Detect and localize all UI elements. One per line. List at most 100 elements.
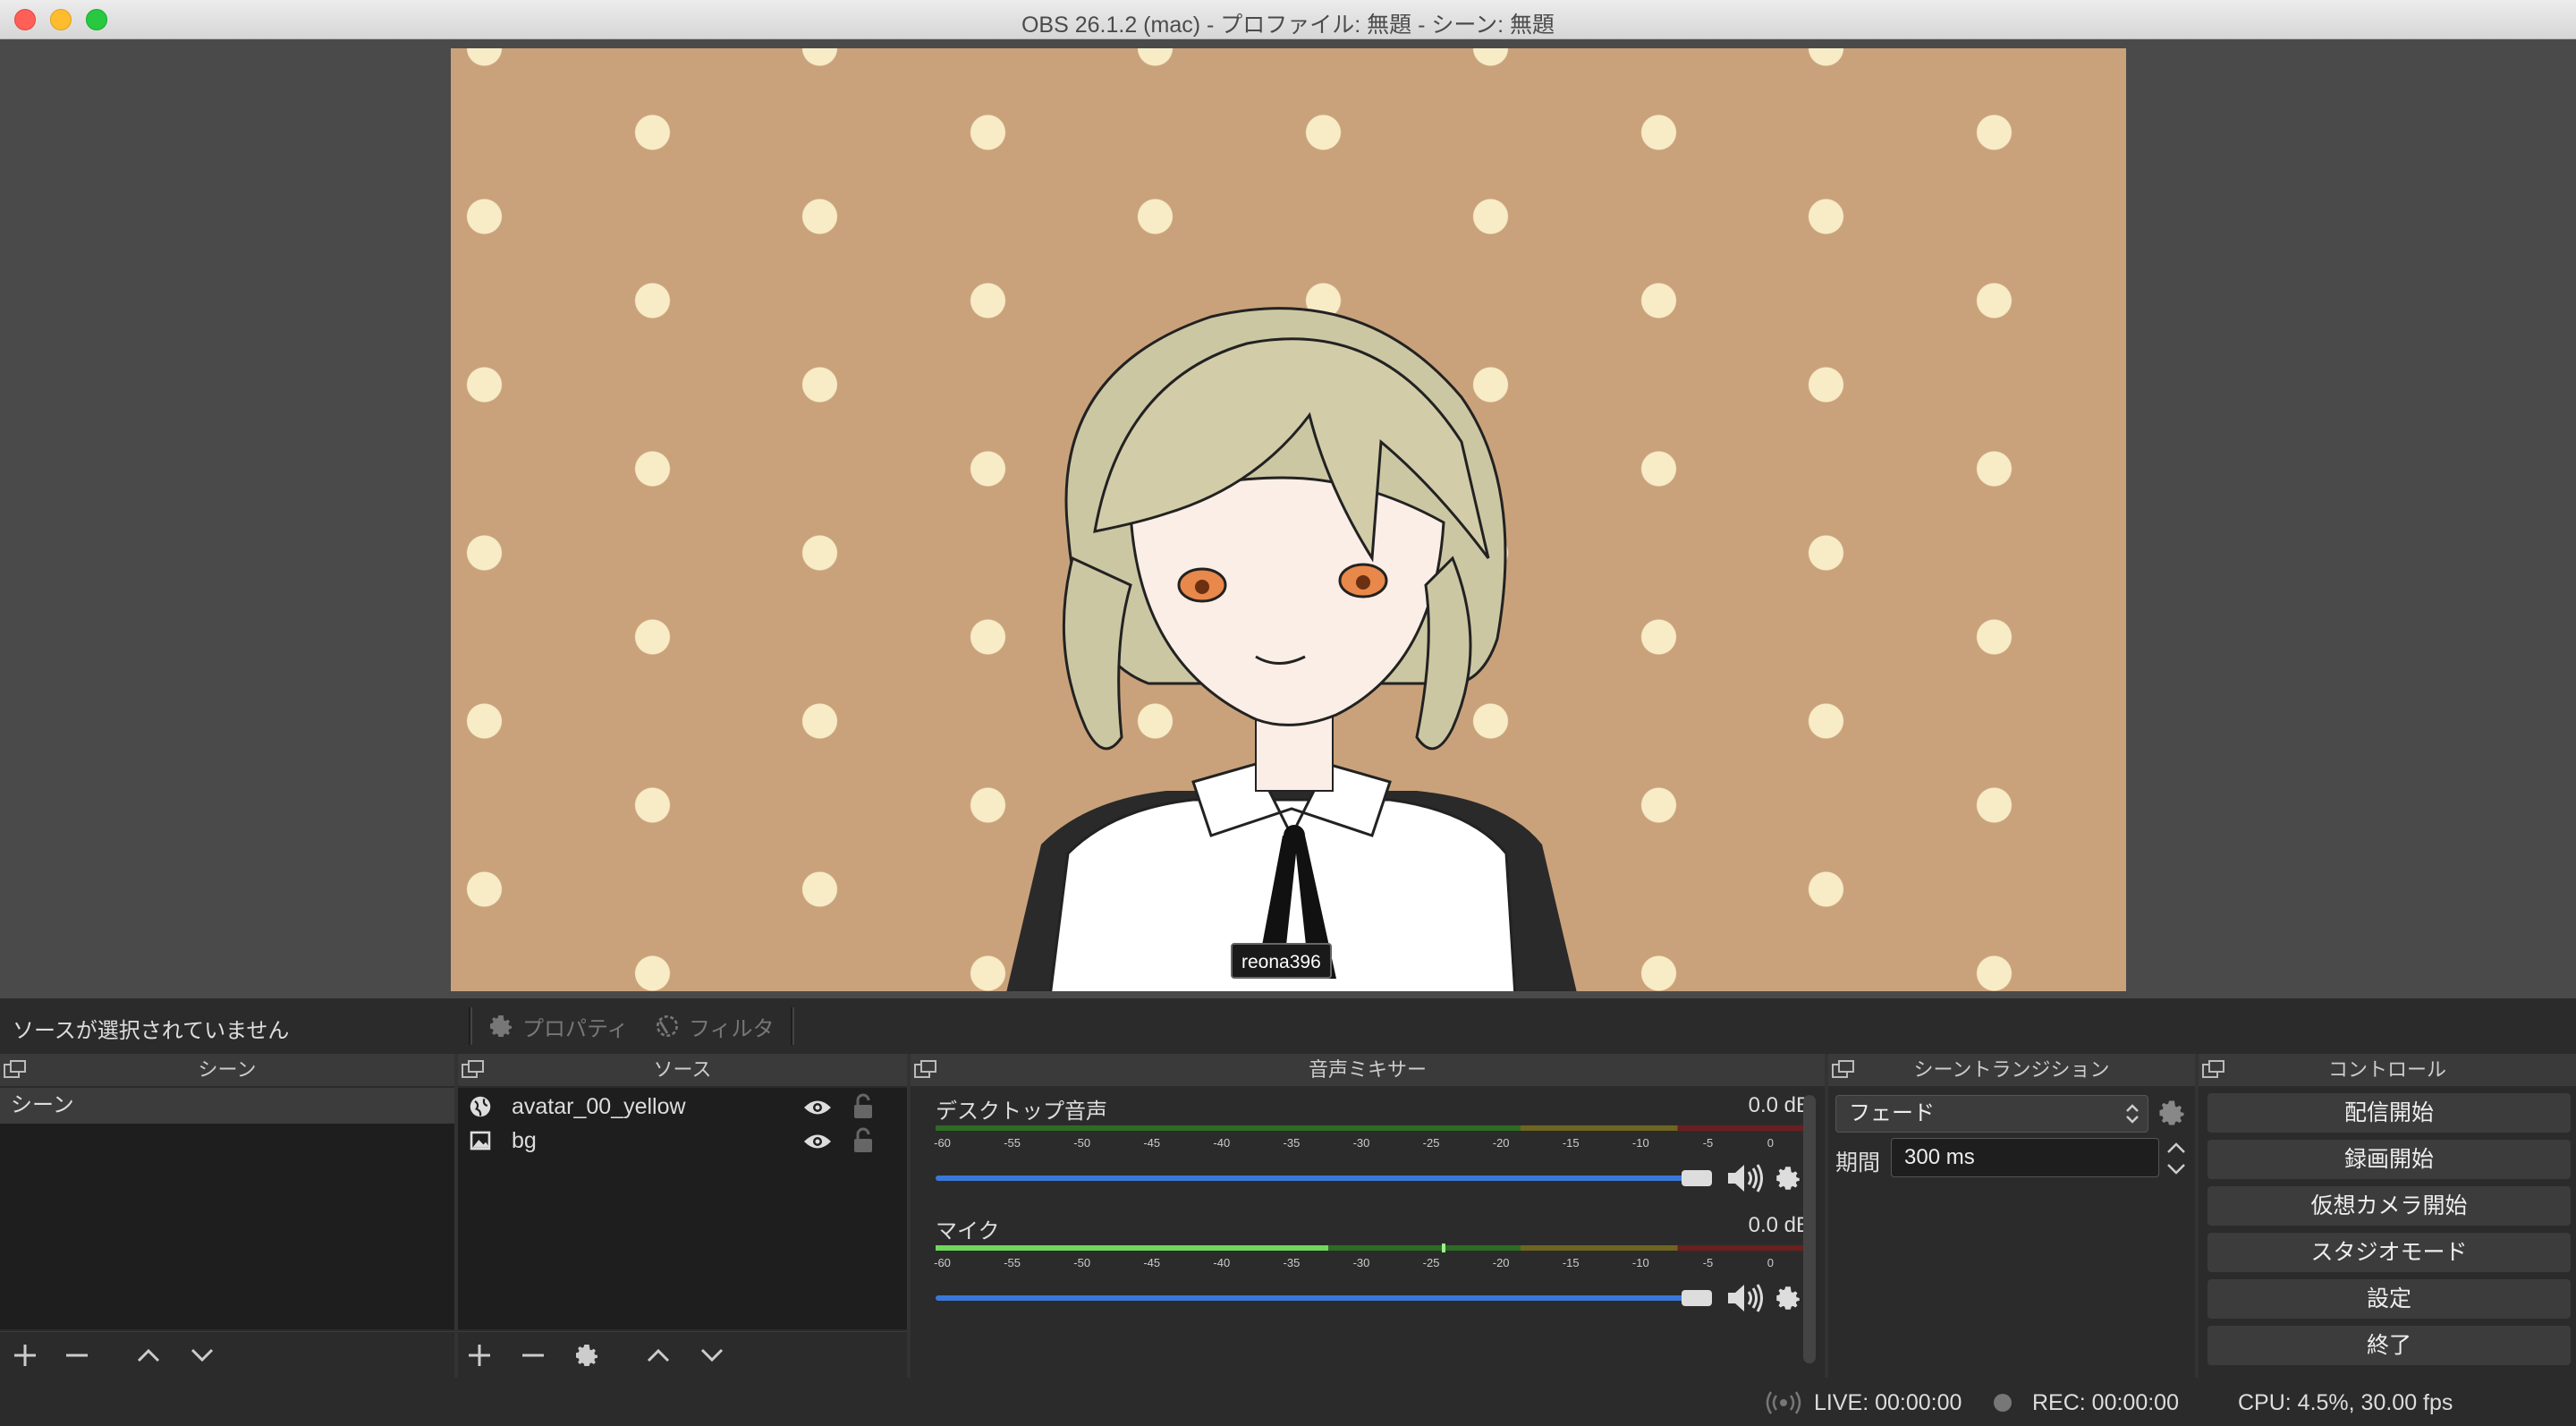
audio-mixer-dock: 音声ミキサー デスクトップ音声 0.0 dB -60 -55 -50 -45 -40 -3… <box>911 1054 1825 1378</box>
meter-tick-label: -55 <box>1004 1136 1021 1150</box>
meter-tick-label: -45 <box>1143 1256 1161 1269</box>
duration-label: 期間 <box>1835 1150 1881 1176</box>
move-scene-up-button[interactable] <box>131 1339 166 1371</box>
scenes-header: シーン <box>0 1054 454 1086</box>
chevron-down-icon <box>191 1348 214 1362</box>
scenes-toolbar <box>0 1331 454 1378</box>
start-streaming-button[interactable]: 配信開始 <box>2207 1093 2571 1133</box>
meter-tick-label: -60 <box>934 1256 951 1269</box>
move-source-down-button[interactable] <box>694 1339 730 1371</box>
source-item[interactable]: avatar_00_yellow <box>458 1090 907 1124</box>
undock-icon[interactable] <box>914 1060 937 1080</box>
meter-tick-label: -10 <box>1631 1256 1649 1269</box>
source-item[interactable]: bg <box>458 1124 907 1158</box>
gear-icon <box>490 1015 512 1037</box>
scenes-title: シーン <box>198 1058 257 1081</box>
meter-tick-label: -20 <box>1492 1256 1510 1269</box>
remove-scene-button[interactable] <box>59 1339 95 1371</box>
meter-tick-label: -5 <box>1702 1136 1714 1150</box>
meter-tick-label: -30 <box>1352 1136 1370 1150</box>
duration-spinbox[interactable]: 300 ms <box>1891 1138 2159 1177</box>
transition-body: フェード 期間 300 ms <box>1828 1088 2195 1378</box>
remove-source-button[interactable] <box>515 1339 551 1371</box>
gear-icon[interactable] <box>1773 1163 1803 1193</box>
exit-button[interactable]: 終了 <box>2207 1326 2571 1365</box>
meter-tick-label: -40 <box>1213 1136 1231 1150</box>
source-properties-button[interactable] <box>569 1339 605 1371</box>
record-dot-icon <box>1994 1394 2012 1412</box>
mixer-channel-desktop-audio: デスクトップ音声 0.0 dB -60 -55 -50 -45 -40 -35 -30 -25… <box>925 1093 1810 1210</box>
volume-slider-handle[interactable] <box>1682 1170 1712 1186</box>
chevron-down-icon <box>700 1348 724 1362</box>
studio-mode-button[interactable]: スタジオモード <box>2207 1233 2571 1272</box>
channel-name: デスクトップ音声 <box>936 1099 1107 1124</box>
unlocked-padlock-icon[interactable] <box>852 1093 875 1120</box>
divider <box>469 1007 472 1045</box>
properties-button[interactable]: プロパティ <box>487 1009 629 1043</box>
gear-icon <box>576 1345 597 1366</box>
preview-canvas[interactable]: reona396 <box>451 48 2126 991</box>
undock-icon[interactable] <box>4 1060 27 1080</box>
channel-db-value: 0.0 dB <box>1748 1093 1810 1117</box>
scenes-list: シーン <box>0 1088 454 1329</box>
meter-tick-label: -5 <box>1702 1256 1714 1269</box>
meter-tick-label: -60 <box>934 1136 951 1150</box>
duration-value: 300 ms <box>1904 1145 1975 1169</box>
select-arrows-icon <box>2126 1104 2139 1124</box>
speaker-icon[interactable] <box>1726 1163 1764 1193</box>
meter-tick-label: -30 <box>1352 1256 1370 1269</box>
speaker-icon[interactable] <box>1726 1283 1764 1313</box>
sources-dock: ソース avatar_00_yellow bg <box>458 1054 907 1378</box>
move-scene-down-button[interactable] <box>184 1339 220 1371</box>
filters-button[interactable]: フィルタ <box>653 1009 775 1043</box>
chevron-up-icon <box>647 1348 670 1362</box>
undock-icon[interactable] <box>2202 1060 2225 1080</box>
window-title: OBS 26.1.2 (mac) - プロファイル: 無題 - シーン: 無題 <box>1021 13 1555 38</box>
volume-slider-handle[interactable] <box>1682 1290 1712 1306</box>
spin-down-icon[interactable] <box>2163 1159 2190 1179</box>
volume-slider-track[interactable] <box>936 1295 1685 1301</box>
meter-tick-label: -10 <box>1631 1136 1649 1150</box>
mixer-channel-mic: マイク 0.0 dB -60 -55 -50 -45 -40 -35 -30 -25 -20 -1… <box>925 1213 1810 1329</box>
sources-title: ソース <box>653 1058 712 1081</box>
divider <box>791 1007 794 1045</box>
filters-label: フィルタ <box>689 1016 775 1041</box>
gear-icon[interactable] <box>2156 1097 2188 1129</box>
scene-transitions-header: シーントランジション <box>1828 1054 2195 1086</box>
chevron-up-icon <box>137 1348 160 1362</box>
unlocked-padlock-icon[interactable] <box>852 1127 875 1154</box>
scene-transitions-dock: シーントランジション フェード 期間 300 ms <box>1828 1054 2195 1378</box>
meter-tick-label: -40 <box>1213 1256 1231 1269</box>
avatar-illustration <box>1006 307 1577 991</box>
gear-icon[interactable] <box>1773 1283 1803 1313</box>
no-source-selected-label: ソースが選択されていません <box>13 1019 290 1043</box>
move-source-up-button[interactable] <box>640 1339 676 1371</box>
settings-button[interactable]: 設定 <box>2207 1279 2571 1319</box>
undock-icon[interactable] <box>1832 1060 1855 1080</box>
transition-select[interactable]: フェード <box>1835 1095 2148 1133</box>
meter-scale: -60 -55 -50 -45 -40 -35 -30 -25 -20 -15 -10 -5 0 <box>934 1134 1809 1150</box>
source-properties-bar: ソースが選択されていません プロパティ フィルタ <box>0 998 2576 1054</box>
visibility-eye-icon[interactable] <box>802 1132 833 1151</box>
mixer-scrollbar[interactable] <box>1803 1095 1816 1363</box>
start-recording-button[interactable]: 録画開始 <box>2207 1140 2571 1179</box>
add-source-button[interactable] <box>462 1339 497 1371</box>
plus-icon <box>14 1345 36 1366</box>
controls-title: コントロール <box>2327 1058 2446 1081</box>
scene-item[interactable]: シーン <box>0 1088 454 1124</box>
audio-mixer-header: 音声ミキサー <box>911 1054 1825 1086</box>
visibility-eye-icon[interactable] <box>802 1098 833 1117</box>
meter-tick-label: -55 <box>1004 1256 1021 1269</box>
meter-peak-marker <box>1442 1244 1446 1252</box>
title-bar: OBS 26.1.2 (mac) - プロファイル: 無題 - シーン: 無題 <box>0 0 2576 39</box>
meter-scale: -60 -55 -50 -45 -40 -35 -30 -25 -20 -15 -10 -5 0 <box>934 1254 1809 1269</box>
start-virtual-camera-button[interactable]: 仮想カメラ開始 <box>2207 1186 2571 1226</box>
meter-tick-label: -35 <box>1283 1256 1301 1269</box>
volume-slider-track[interactable] <box>936 1176 1685 1181</box>
volume-meter <box>936 1244 1809 1252</box>
spin-up-icon[interactable] <box>2163 1138 2190 1158</box>
controls-dock: コントロール 配信開始 録画開始 仮想カメラ開始 スタジオモード 設定 終了 <box>2199 1054 2576 1378</box>
undock-icon[interactable] <box>462 1060 485 1080</box>
add-scene-button[interactable] <box>7 1339 43 1371</box>
channel-name: マイク <box>936 1219 1000 1244</box>
